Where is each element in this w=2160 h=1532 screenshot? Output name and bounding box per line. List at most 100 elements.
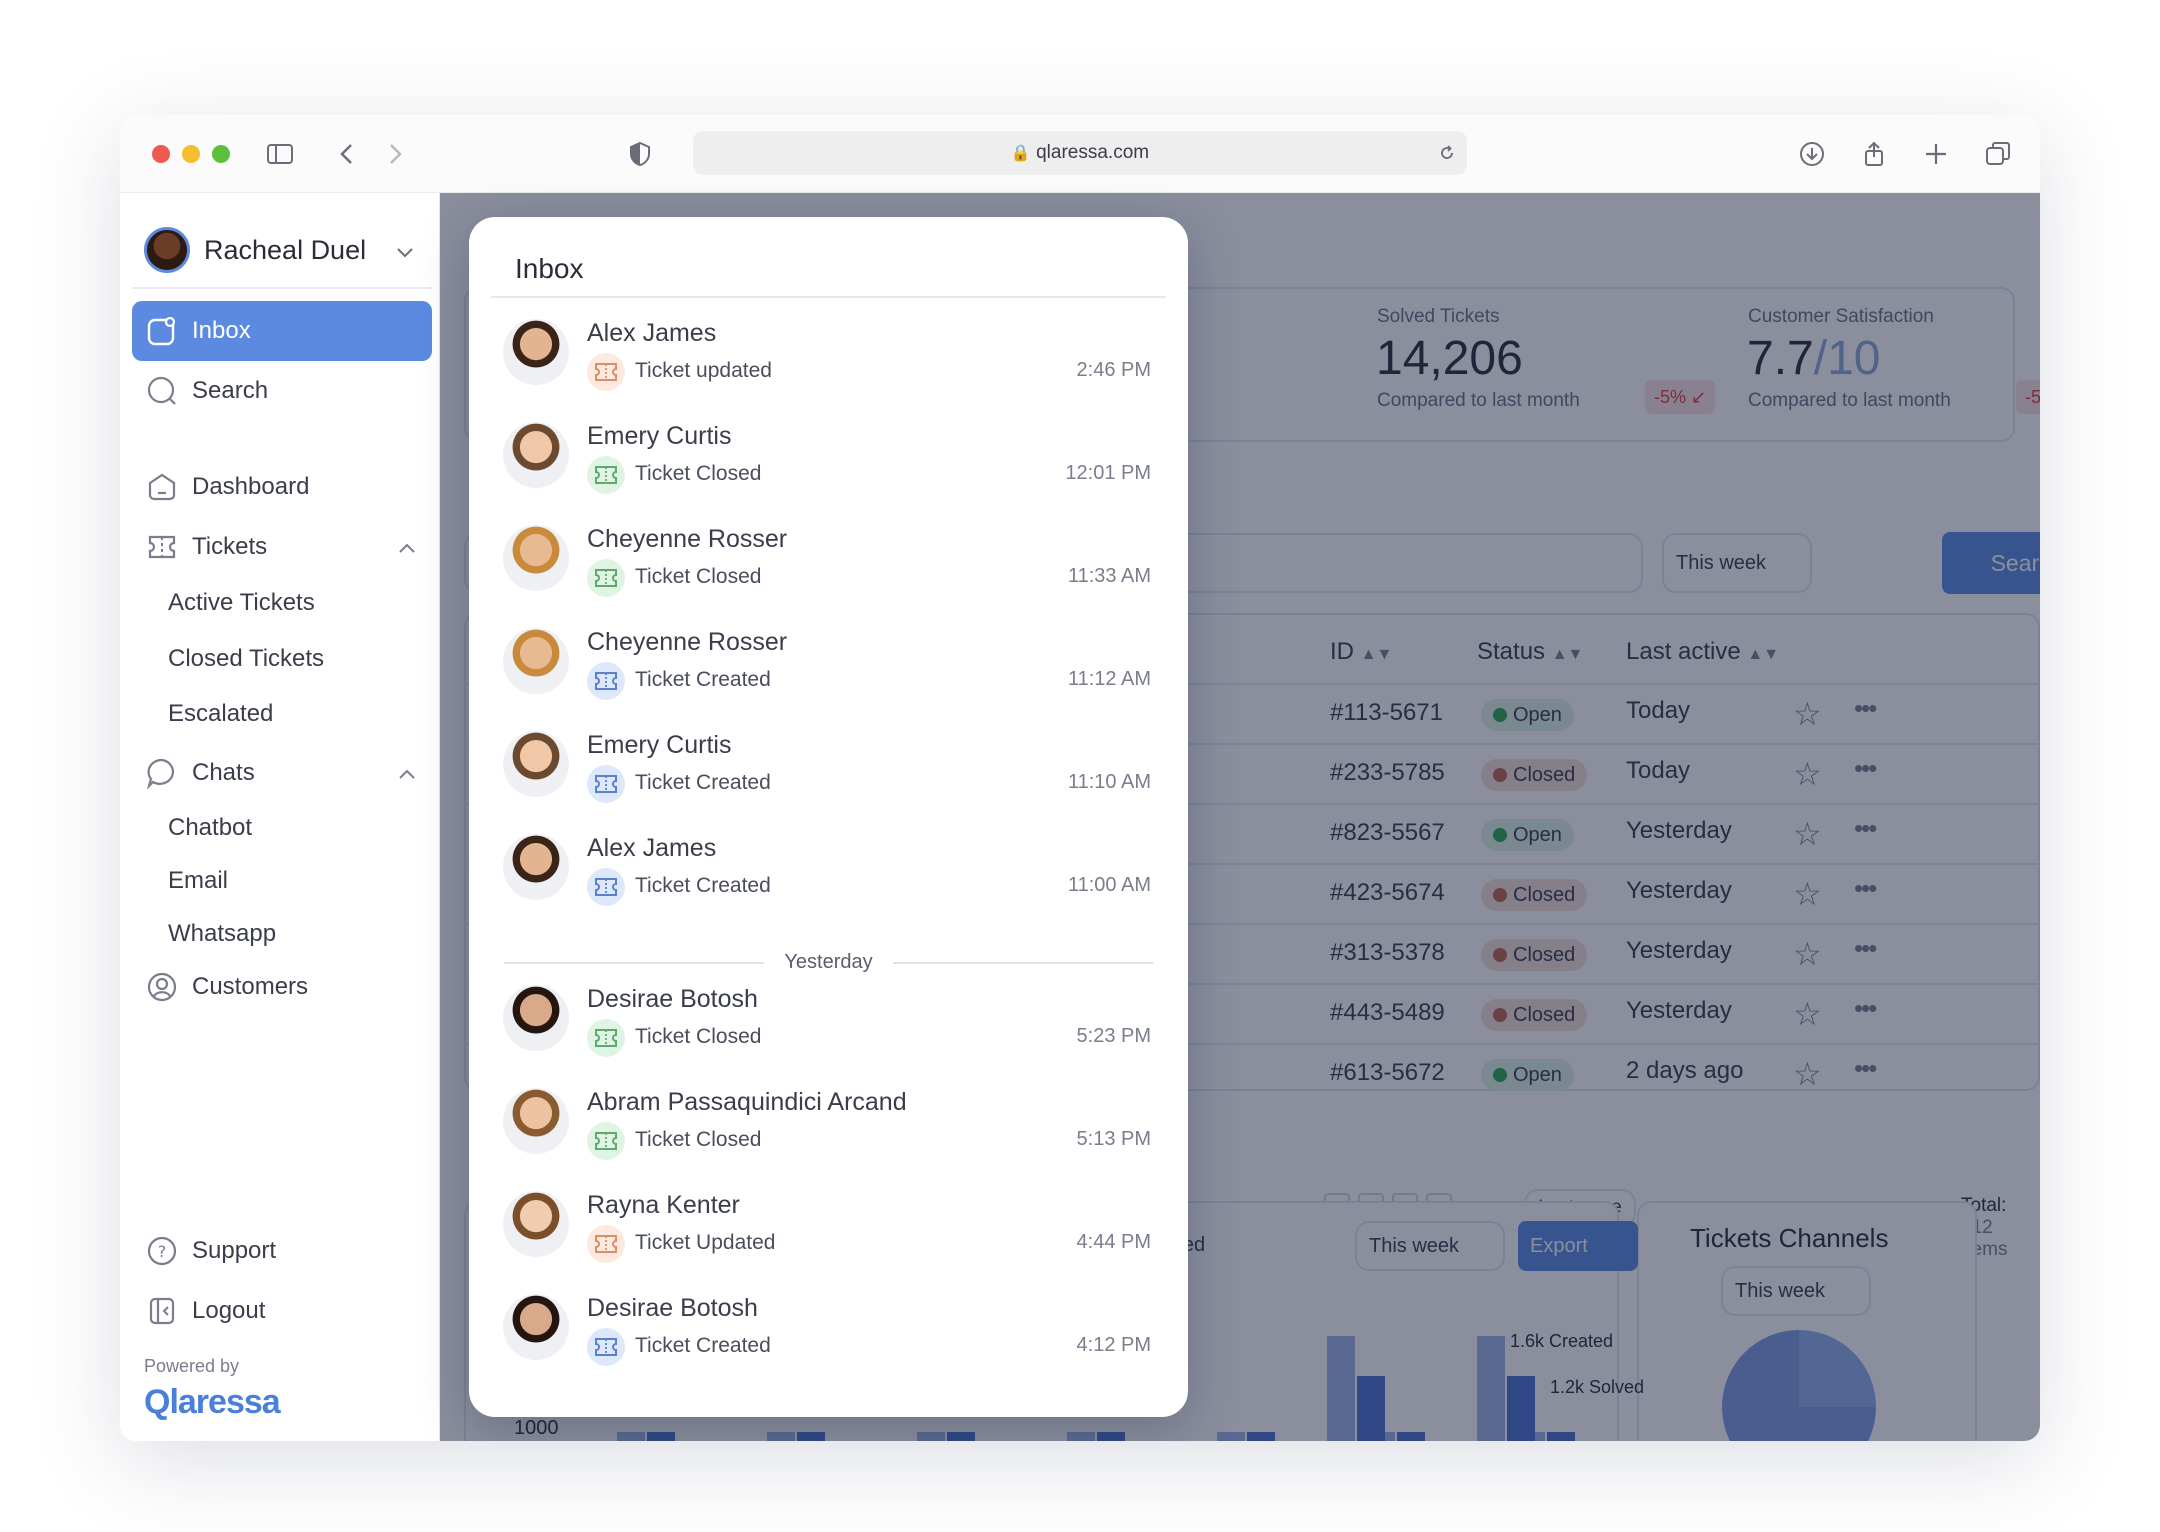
chat-icon [146, 758, 174, 789]
ticket-icon [587, 1225, 625, 1263]
sidebar-item-label: Logout [192, 1297, 266, 1324]
inbox-item[interactable]: Alex James Ticket updated 2:46 PM [469, 309, 1188, 412]
dashboard-icon [148, 473, 176, 501]
sidebar-subitem-active-tickets[interactable]: Active Tickets [168, 589, 315, 617]
inbox-item[interactable]: Rayna Kenter Ticket Updated 4:44 PM [469, 1181, 1188, 1284]
chevron-down-icon[interactable] [394, 241, 416, 263]
sender-name: Desirae Botosh [587, 1294, 758, 1322]
share-icon[interactable] [1859, 139, 1889, 169]
inbox-item[interactable]: Abram Passaquindici Arcand Ticket Closed… [469, 1078, 1188, 1181]
sidebar-item-dashboard[interactable]: Dashboard [132, 457, 432, 517]
lock-icon: 🔒 [1010, 145, 1031, 162]
inbox-item[interactable]: Cheyenne Rosser Ticket Created 11:12 AM [469, 618, 1188, 721]
user-name: Racheal Duel [204, 235, 367, 265]
svg-text:?: ? [158, 1242, 167, 1261]
ticket-icon [587, 765, 625, 803]
event-label: Ticket Created [635, 874, 771, 897]
inbox-icon [147, 316, 176, 346]
event-label: Ticket Closed [635, 1025, 762, 1048]
sender-name: Emery Curtis [587, 731, 732, 759]
sender-name: Cheyenne Rosser [587, 525, 788, 553]
avatar [503, 834, 569, 900]
avatar [503, 422, 569, 488]
sidebar-item-label: Inbox [192, 317, 251, 344]
avatar [503, 985, 569, 1051]
back-icon[interactable] [332, 139, 362, 169]
customer-icon [147, 972, 177, 1002]
ticket-icon [587, 662, 625, 700]
avatar [503, 319, 569, 385]
sidebar-subitem-chatbot[interactable]: Chatbot [168, 814, 252, 842]
inbox-item[interactable]: Emery Curtis Ticket Created 11:10 AM [469, 721, 1188, 824]
sidebar-item-customers[interactable]: Customers [132, 957, 432, 1017]
inbox-item[interactable]: Desirae Botosh Ticket Created 4:12 PM [469, 1284, 1188, 1387]
ticket-icon [587, 559, 625, 597]
sender-name: Cheyenne Rosser [587, 628, 788, 656]
close-window-button[interactable] [152, 145, 170, 163]
sidebar-item-label: Tickets [192, 533, 268, 560]
sidebar-item-inbox[interactable]: Inbox [132, 301, 432, 361]
sidebar: Racheal Duel Inbox Search Dashboard Tick… [120, 193, 440, 1441]
inbox-panel: Inbox Alex James Ticket updated 2:46 PM … [469, 217, 1188, 1417]
sidebar-item-label: Customers [192, 973, 309, 1000]
browser-window: 🔒 qlaressa.com Racheal Duel Inbox Search… [120, 115, 2040, 1441]
date-divider-label: Yesterday [784, 951, 873, 973]
date-divider: Yesterday [504, 948, 1153, 978]
sidebar-item-logout[interactable]: Logout [132, 1281, 432, 1341]
avatar [503, 1191, 569, 1257]
sidebar-item-search[interactable]: Search [132, 361, 432, 421]
inbox-item[interactable]: Alex James Ticket Created 11:00 AM [469, 824, 1188, 927]
inbox-item[interactable]: Emery Curtis Ticket Closed 12:01 PM [469, 412, 1188, 515]
sidebar-item-chats[interactable]: Chats [132, 743, 432, 803]
logout-icon [149, 1297, 175, 1325]
maximize-window-button[interactable] [212, 145, 230, 163]
avatar [503, 731, 569, 797]
timestamp: 5:13 PM [1076, 1128, 1151, 1150]
brand-logo: Qlaressa [144, 1383, 281, 1421]
forward-icon[interactable] [380, 139, 410, 169]
sidebar-subitem-whatsapp[interactable]: Whatsapp [168, 920, 276, 948]
sender-name: Alex James [587, 319, 717, 347]
timestamp: 11:10 AM [1067, 771, 1151, 793]
sidebar-subitem-closed-tickets[interactable]: Closed Tickets [168, 645, 324, 673]
avatar [503, 628, 569, 694]
chevron-up-icon[interactable] [396, 763, 418, 785]
download-icon[interactable] [1797, 139, 1827, 169]
shield-icon[interactable] [625, 139, 655, 169]
timestamp: 4:44 PM [1076, 1231, 1151, 1253]
reload-icon[interactable] [1437, 143, 1457, 163]
sidebar-subitem-escalated[interactable]: Escalated [168, 700, 273, 728]
avatar [144, 227, 190, 273]
inbox-title: Inbox [515, 253, 584, 284]
sidebar-toggle-icon[interactable] [265, 139, 295, 169]
ticket-icon [587, 1019, 625, 1057]
event-label: Ticket Closed [635, 1128, 762, 1151]
timestamp: 11:00 AM [1067, 874, 1151, 896]
inbox-item[interactable]: Desirae Botosh Ticket Closed 5:23 PM [469, 975, 1188, 1078]
sidebar-item-label: Search [192, 377, 269, 404]
sidebar-item-support[interactable]: ? Support [132, 1221, 432, 1281]
user-menu[interactable]: Racheal Duel [144, 227, 430, 277]
minimize-window-button[interactable] [182, 145, 200, 163]
ticket-icon [587, 1122, 625, 1160]
timestamp: 11:33 AM [1067, 565, 1151, 587]
chevron-up-icon[interactable] [396, 537, 418, 559]
sidebar-subitem-email[interactable]: Email [168, 867, 228, 895]
ticket-icon [587, 456, 625, 494]
sidebar-item-label: Dashboard [192, 473, 310, 500]
sender-name: Alex James [587, 834, 717, 862]
powered-by-label: Powered by [144, 1356, 240, 1376]
tabs-overview-icon[interactable] [1983, 139, 2013, 169]
browser-toolbar: 🔒 qlaressa.com [120, 115, 2040, 193]
help-icon: ? [147, 1236, 177, 1266]
timestamp: 5:23 PM [1076, 1025, 1151, 1047]
sender-name: Rayna Kenter [587, 1191, 740, 1219]
sidebar-item-tickets[interactable]: Tickets [132, 517, 432, 577]
new-tab-icon[interactable] [1921, 139, 1951, 169]
ticket-icon [587, 1328, 625, 1366]
inbox-item[interactable]: Cheyenne Rosser Ticket Closed 11:33 AM [469, 515, 1188, 618]
address-bar[interactable]: 🔒 qlaressa.com [693, 131, 1467, 175]
divider [491, 296, 1166, 298]
timestamp: 2:46 PM [1076, 359, 1151, 381]
avatar [503, 1088, 569, 1154]
